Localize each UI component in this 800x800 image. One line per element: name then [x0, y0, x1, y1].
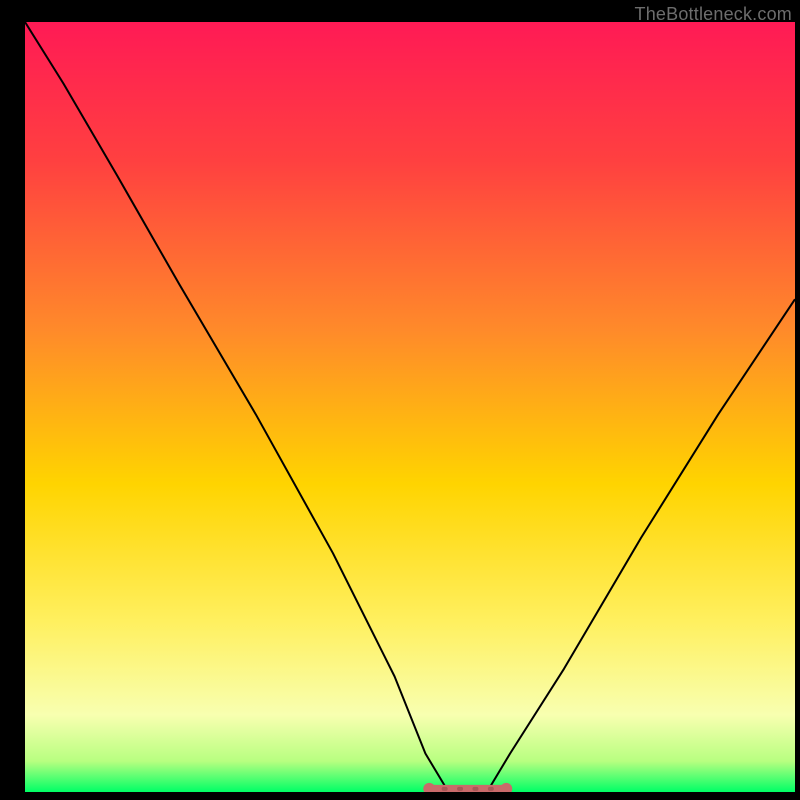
chart-svg [25, 22, 795, 792]
chart-plot-area [25, 22, 795, 792]
watermark-text: TheBottleneck.com [635, 4, 792, 25]
chart-background-gradient [25, 22, 795, 792]
